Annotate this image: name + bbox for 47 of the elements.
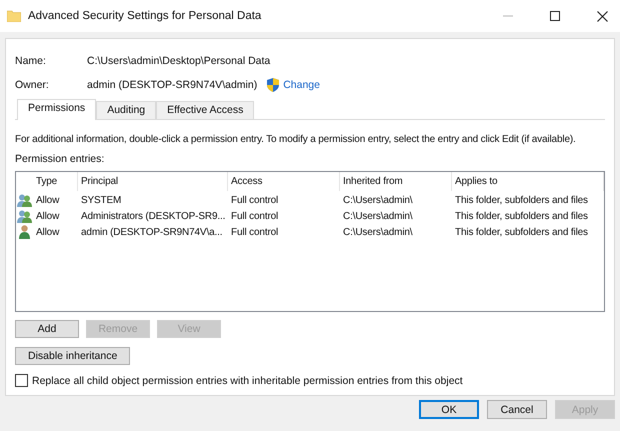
table-cell-text: SYSTEM xyxy=(80,194,122,206)
permission-entries-label: Permission entries: xyxy=(15,153,106,165)
column-header[interactable]: Applies to xyxy=(452,172,604,191)
tab[interactable]: Effective Access xyxy=(156,101,254,119)
permission-row[interactable]: Allow SYSTEM Full control C:\Users\admin\ This folder, subfolders and files xyxy=(16,192,604,208)
disable-inheritance-button[interactable]: Disable inheritance xyxy=(15,347,130,365)
user-group-icon xyxy=(17,194,32,206)
checkbox-label: Replace all child object permission entries with inheritable permission entries from this object xyxy=(32,374,463,386)
folder-icon xyxy=(7,10,21,22)
table-cell-text: Allow xyxy=(35,194,60,206)
table-cell-text: This folder, subfolders and files xyxy=(454,194,589,206)
name-label: Name: xyxy=(15,55,47,67)
table-cell-text: C:\Users\admin\ xyxy=(342,226,414,238)
table-cell-text: This folder, subfolders and files xyxy=(454,210,589,222)
maximize-icon[interactable] xyxy=(550,11,560,21)
tab[interactable]: Auditing xyxy=(96,101,156,119)
column-header[interactable]: Principal xyxy=(78,172,228,191)
owner-value: admin (DESKTOP-SR9N74V\admin) xyxy=(87,79,258,91)
column-header[interactable]: Access xyxy=(228,172,340,191)
name-value: C:\Users\admin\Desktop\Personal Data xyxy=(87,55,270,67)
tab[interactable]: Permissions xyxy=(17,99,96,120)
permission-row[interactable]: Allow Administrators (DESKTOP-SR9... Full control C:\Users\admin\ This folder, subfolders and files xyxy=(16,208,604,224)
info-text: For additional information, double-click a permission entry. To modify a permission entry, select the entry and click Edit (if available). xyxy=(15,134,577,145)
table-cell-text: Full control xyxy=(230,210,280,222)
close-icon[interactable] xyxy=(597,10,608,22)
column-header[interactable]: Type xyxy=(33,172,78,191)
owner-label: Owner: xyxy=(15,79,50,91)
checkbox[interactable] xyxy=(15,374,28,387)
table-cell-text: Allow xyxy=(35,226,60,238)
table-cell-text: Administrators (DESKTOP-SR9... xyxy=(80,210,226,222)
user-group-icon xyxy=(17,210,32,222)
table-cell-text: Allow xyxy=(35,210,60,222)
shield-icon xyxy=(267,78,280,92)
column-header[interactable]: Inherited from xyxy=(340,172,452,191)
dialog-button[interactable]: Cancel xyxy=(487,400,547,419)
change-link[interactable]: Change xyxy=(283,79,320,91)
table-cell-text: C:\Users\admin\ xyxy=(342,194,414,206)
table-cell-text: admin (DESKTOP-SR9N74V\a... xyxy=(80,226,224,238)
dialog-button[interactable]: OK xyxy=(419,400,479,419)
window-title: Advanced Security Settings for Personal Data xyxy=(28,10,262,22)
table-cell-text: Full control xyxy=(230,226,280,238)
table-cell-text: Full control xyxy=(230,194,280,206)
user-icon xyxy=(19,225,30,239)
table-cell-text: C:\Users\admin\ xyxy=(342,210,414,222)
table-cell-text: This folder, subfolders and files xyxy=(454,226,589,238)
permission-row[interactable]: Allow admin (DESKTOP-SR9N74V\a... Full control C:\Users\admin\ This folder, subfolders and files xyxy=(16,224,604,240)
entry-button[interactable]: Add xyxy=(15,320,79,338)
